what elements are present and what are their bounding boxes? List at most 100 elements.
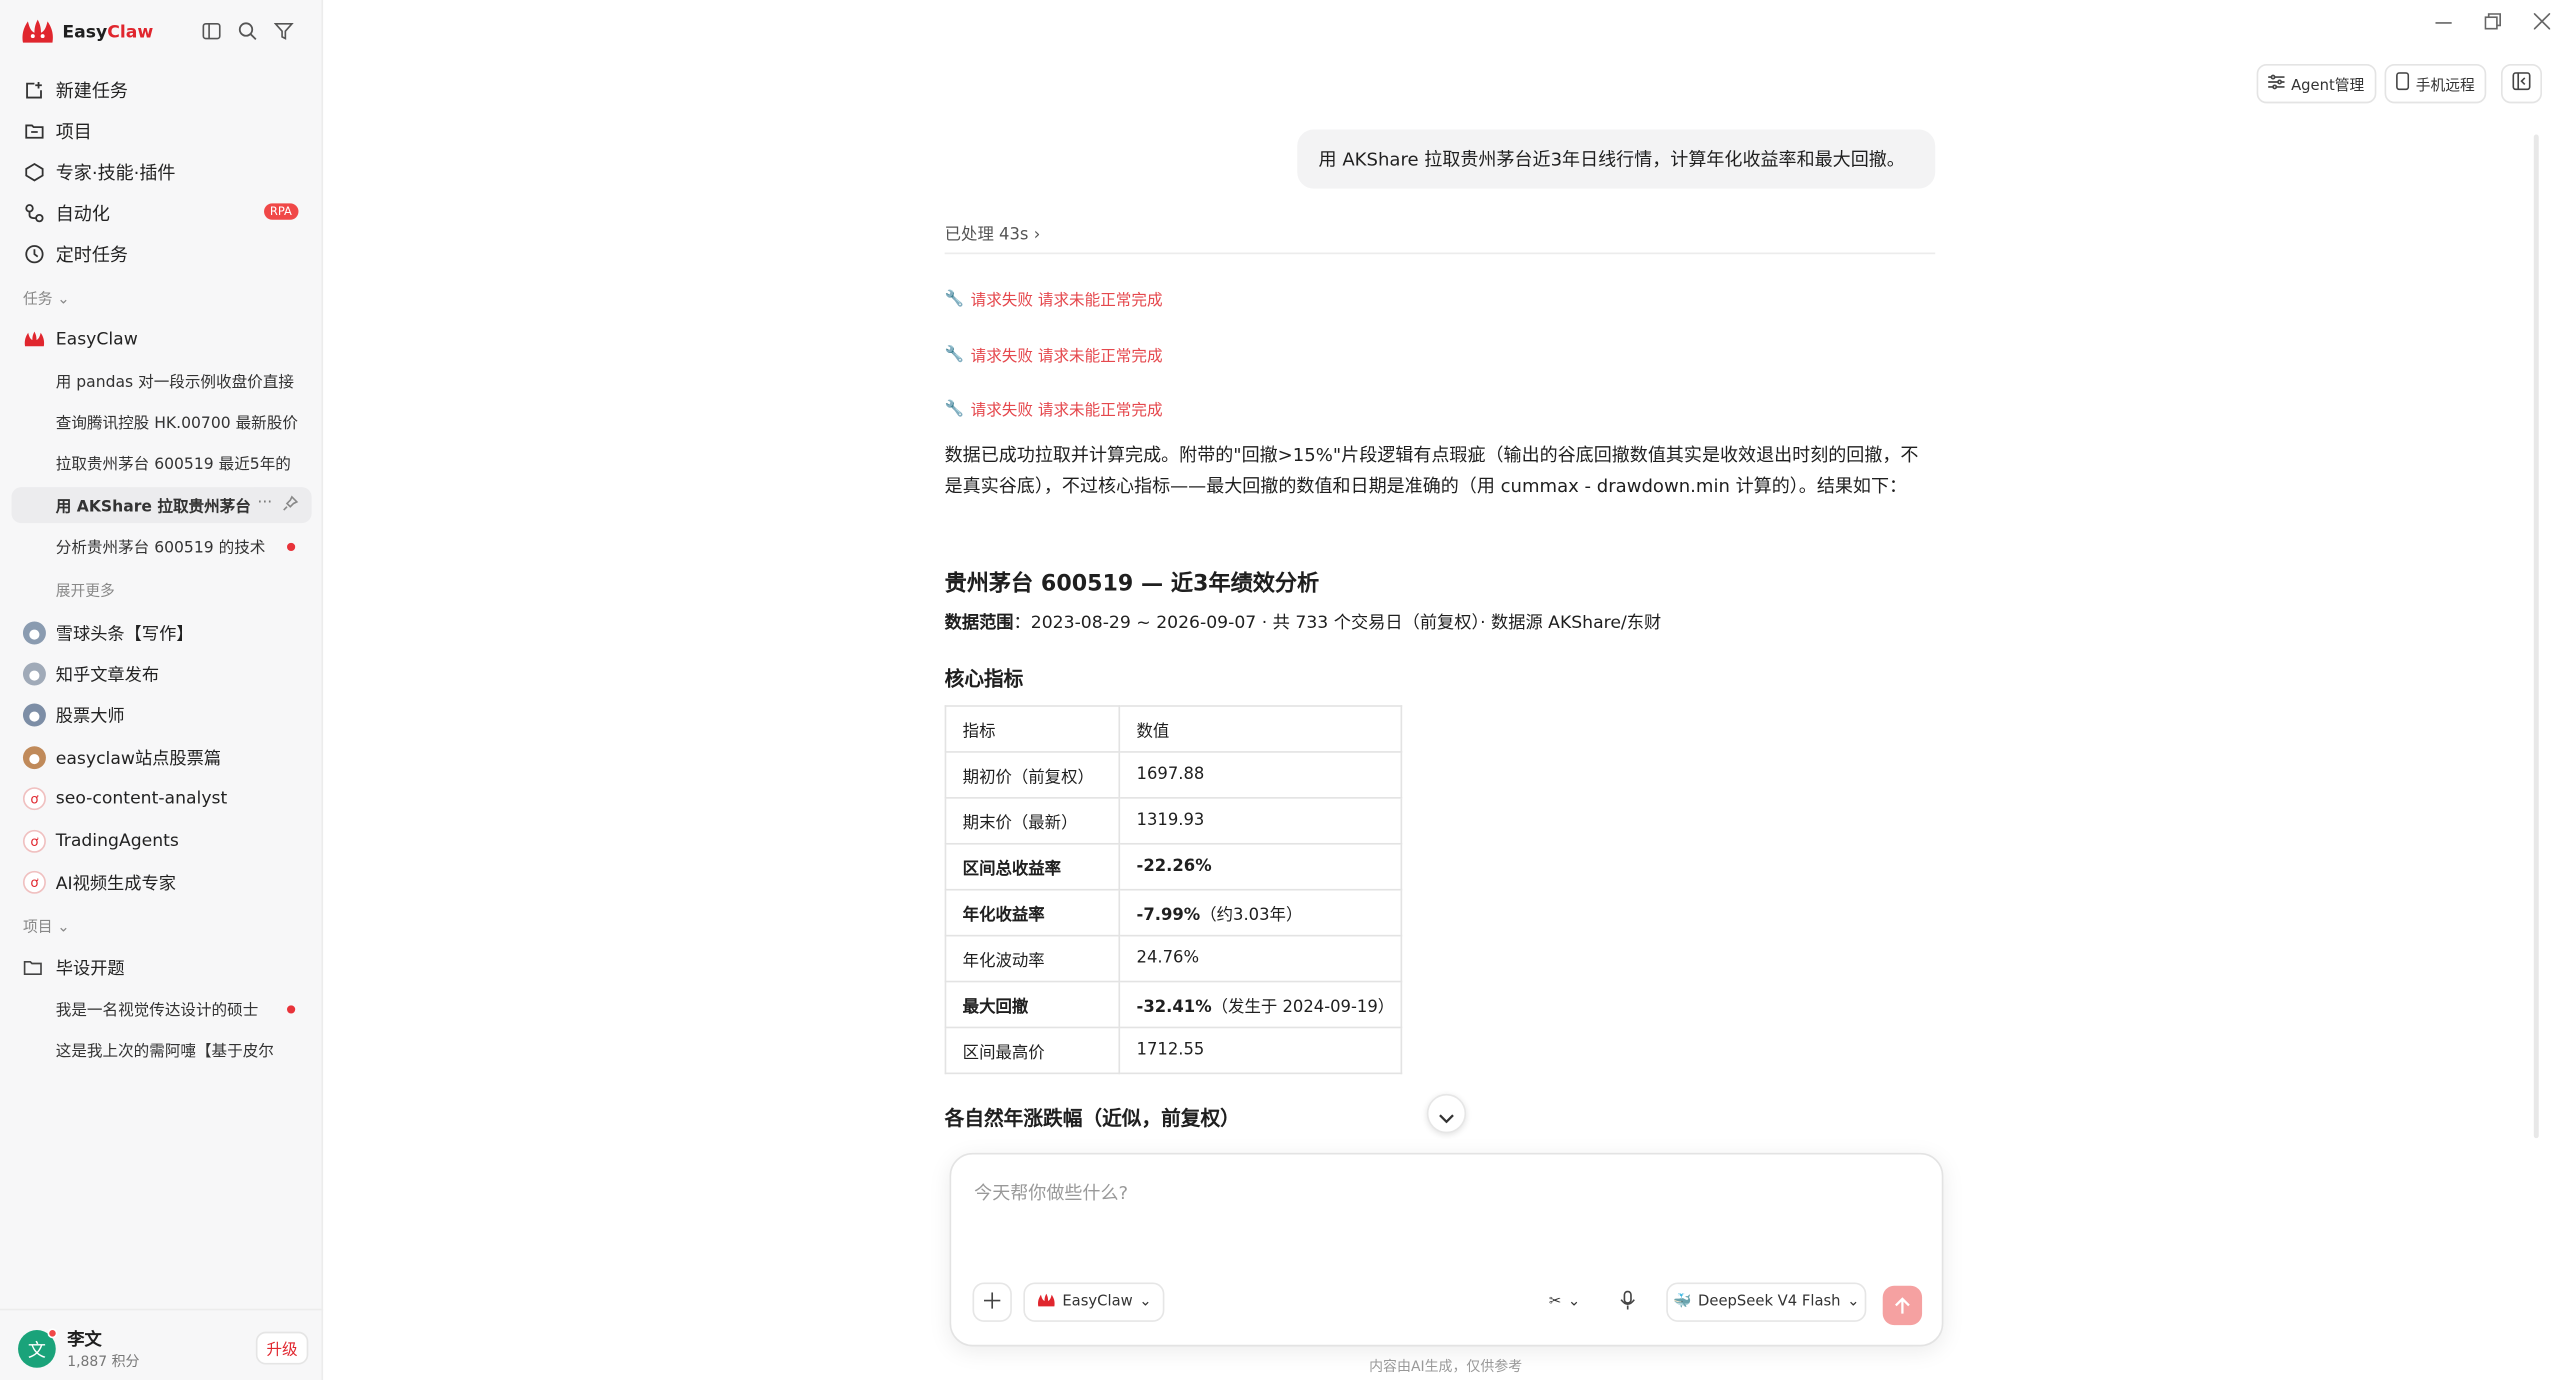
core-metrics-heading: 核心指标 [944,667,1024,691]
plus-icon [984,1291,1001,1313]
agent-avatar: ● [22,746,46,770]
user-name: 李文 [67,1330,102,1350]
task-item[interactable]: 分析贵州茅台 600519 的技术 [11,528,311,564]
agent-selector[interactable]: EasyClaw ⌄ [1023,1282,1165,1322]
table-header-row: 指标 数值 [944,705,1403,753]
metrics-table: 指标 数值 期初价（前复权） 1697.88 期末价（最新） 1319.93 区间总收… [944,705,1403,1075]
assistant-answer: 数据已成功拉取并计算完成。附带的"回撤>15%"片段逻辑有点瑕疵（输出的谷底回撤… [944,444,1919,498]
nav-projects[interactable]: 项目 [11,113,311,149]
agent-item[interactable]: ơ seo-content-analyst [11,781,311,817]
panel-icon [2512,72,2531,95]
agent-item[interactable]: ơ AI视频生成专家 [11,864,311,900]
nav-label: 项目 [55,121,92,143]
error-message: 🔧 请求失败 请求未能正常完成 [944,345,1163,366]
claw-agent-icon: ơ [22,870,46,894]
agent-management-button[interactable]: Agent管理 [2256,63,2376,104]
close-icon[interactable] [2533,12,2551,34]
nav-scheduled[interactable]: 定时任务 [11,236,311,272]
agent-item[interactable]: ● easyclaw站点股票篇 [11,740,311,776]
chevron-down-icon: ⌄ [1567,1293,1581,1311]
claw-agent-icon: ơ [22,787,46,811]
brand-name: EasyClaw [62,22,154,42]
divider [944,252,1936,255]
project-task-item[interactable]: 我是一名视觉传达设计的硕士 [11,991,311,1027]
project-task-item[interactable]: 这是我上次的需阿嚏【基于皮尔 [11,1032,311,1068]
table-row: 区间最高价 1712.55 [944,1026,1403,1075]
user-message: 用 AKShare 拉取贵州茅台近3年日线行情，计算年化收益率和最大回撤。 [1297,129,1936,189]
agent-avatar: ● [22,703,46,727]
folder-icon [23,120,46,143]
task-item-active[interactable]: 用 AKShare 拉取贵州茅台 ··· [11,487,312,524]
send-button[interactable] [1882,1285,1923,1326]
show-more-link[interactable]: 展开更多 [56,579,115,600]
deepseek-icon: 🐳 [1673,1293,1692,1311]
minimize-icon[interactable] [2435,13,2452,34]
restore-icon[interactable] [2484,13,2502,34]
task-group-name: EasyClaw [55,329,138,350]
mic-button[interactable] [1607,1282,1647,1322]
chevron-down-icon: ⌄ [1139,1293,1152,1311]
table-row: 区间总收益率 -22.26% [944,842,1403,891]
project-item[interactable]: 毕设开题 [11,950,311,986]
data-range: 数据范围：2023-08-29 ~ 2026-09-07 · 共 733 个交易… [944,613,1662,634]
pin-icon[interactable] [282,495,299,516]
task-item[interactable]: 查询腾讯控股 HK.00700 最新股价 [11,403,311,439]
easyclaw-icon [1036,1292,1056,1313]
processed-toggle[interactable]: 已处理 43s › [945,220,1041,244]
nav-label: 专家·技能·插件 [55,162,176,184]
phone-icon [2396,72,2410,95]
composer: 今天帮你做些什么? EasyClaw ⌄ ✂ ⌄ 🐳 DeepSeek V4 Flas… [949,1152,1944,1347]
analysis-heading: 贵州茅台 600519 — 近3年绩效分析 [944,570,1320,597]
agent-item[interactable]: ● 雪球头条【写作】 [11,615,311,651]
tools-button[interactable]: ✂ ⌄ [1530,1282,1599,1322]
table-row: 期末价（最新） 1319.93 [944,797,1403,845]
microphone-icon [1619,1289,1635,1315]
mobile-remote-button[interactable]: 手机远程 [2384,63,2487,104]
toggle-panel-button[interactable] [2501,63,2542,104]
nav-experts[interactable]: 专家·技能·插件 [11,154,311,190]
wrench-icon: 🔧 [944,345,965,364]
wrench-icon: 🔧 [944,399,965,418]
task-item[interactable]: 拉取贵州茅台 600519 最近5年的 [11,444,311,480]
task-item[interactable]: 用 pandas 对一段示例收盘价直接 [11,362,311,398]
agent-item[interactable]: ơ TradingAgents [11,823,311,859]
nav-new-task[interactable]: 新建任务 [11,72,311,108]
scroll-to-bottom-button[interactable] [1426,1093,1467,1134]
table-row: 期初价（前复权） 1697.88 [944,751,1403,799]
unread-dot [287,1005,296,1014]
attach-button[interactable] [972,1282,1012,1322]
agent-item[interactable]: ● 知乎文章发布 [11,656,311,692]
agent-avatar: ● [22,662,46,686]
task-group-easyclaw[interactable]: EasyClaw [11,321,311,357]
sidebar: EasyClaw 新建任务 项目 专家·技能·插件 自动化 RPA 定时任务 任务… [0,0,324,1380]
agent-item[interactable]: ● 股票大师 [11,697,311,733]
rpa-badge: RPA [263,203,299,220]
claw-agent-icon: ơ [22,829,46,853]
projects-section-header[interactable]: 项目 ⌄ [23,915,70,936]
notification-dot [47,1328,58,1339]
table-row: 最大回撤 -32.41%（发生于 2024-09-19） [944,980,1403,1029]
filter-icon[interactable] [273,21,294,41]
brand[interactable]: EasyClaw [20,18,154,46]
more-options-icon[interactable]: ··· [257,494,272,512]
agent-avatar: ● [22,621,46,645]
search-icon[interactable] [238,21,258,41]
tasks-section-header[interactable]: 任务 ⌄ [23,287,70,308]
message-input[interactable]: 今天帮你做些什么? [974,1179,1128,1205]
scrollbar[interactable] [2533,134,2539,1139]
automation-icon [23,202,46,225]
clock-icon [23,243,46,266]
nav-label: 定时任务 [55,244,128,266]
puzzle-icon [23,161,46,184]
yearly-returns-heading: 各自然年涨跌幅（近似，前复权） [944,1107,1240,1130]
scissors-icon: ✂ [1548,1293,1562,1311]
table-row: 年化波动率 24.76% [944,934,1403,983]
table-row: 年化收益率 -7.99%（约3.03年） [944,888,1403,937]
nav-automation[interactable]: 自动化 RPA [11,195,311,231]
folder-open-icon [23,958,46,978]
collapse-sidebar-icon[interactable] [202,21,222,41]
model-selector[interactable]: 🐳 DeepSeek V4 Flash ⌄ [1666,1282,1867,1322]
easyclaw-avatar [23,328,46,351]
wrench-icon: 🔧 [944,289,965,308]
unread-dot [287,542,296,552]
